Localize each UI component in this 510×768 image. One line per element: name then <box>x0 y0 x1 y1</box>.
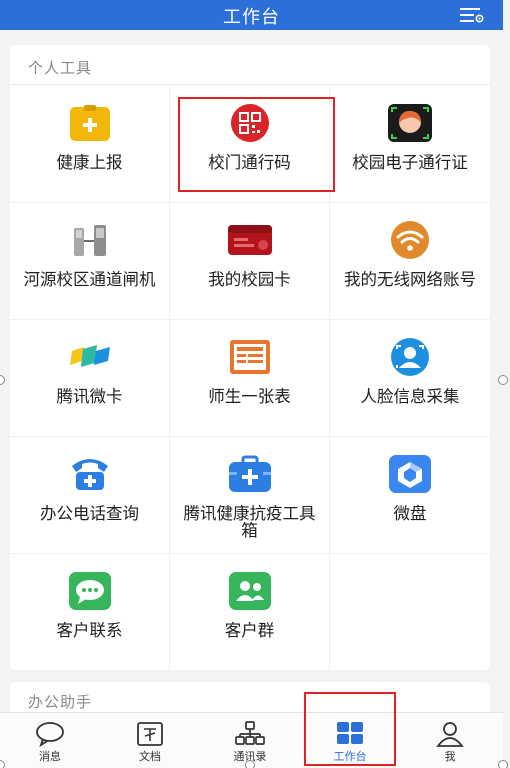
tool-label: 办公电话查询 <box>40 504 139 523</box>
cloud-disk-icon <box>389 455 431 493</box>
medical-kit-icon <box>229 455 271 492</box>
tool-campus-card[interactable]: 我的校园卡 <box>170 203 330 320</box>
list-settings-icon[interactable] <box>459 5 485 25</box>
face-pass-icon <box>388 104 432 142</box>
tool-customer-contact[interactable]: 客户联系 <box>10 554 170 670</box>
campus-card-icon <box>228 225 272 255</box>
wifi-icon <box>391 221 429 259</box>
selection-handle-bottom <box>245 760 255 768</box>
tool-office-phone[interactable]: 办公电话查询 <box>10 437 170 554</box>
tool-label: 我的无线网络账号 <box>344 270 476 289</box>
tencent-weika-icon <box>70 345 110 367</box>
tool-face-collection[interactable]: 人脸信息采集 <box>330 320 490 437</box>
face-collect-icon <box>391 338 429 376</box>
section-title-personal-tools: 个人工具 <box>28 59 93 77</box>
tool-label: 微盘 <box>393 504 427 523</box>
message-icon <box>36 722 64 748</box>
page-title: 工作台 <box>223 7 280 28</box>
tab-me[interactable]: 我 <box>400 713 500 768</box>
turnstile-gate-icon <box>74 225 106 256</box>
tool-health-toolbox[interactable]: 腾讯健康抗疫工具箱 <box>170 437 330 554</box>
tool-label: 校园电子通行证 <box>352 153 468 172</box>
profile-icon <box>436 722 464 747</box>
tool-label: 腾讯健康抗疫工具箱 <box>183 504 316 540</box>
tool-campus-e-pass[interactable]: 校园电子通行证 <box>330 86 490 203</box>
highlight-box-workbench-tab <box>304 692 396 766</box>
tool-tencent-weika[interactable]: 腾讯微卡 <box>10 320 170 437</box>
section-title-office-assistant: 办公助手 <box>28 693 93 711</box>
telephone-icon <box>72 459 108 490</box>
tool-customer-group[interactable]: 客户群 <box>170 554 330 670</box>
tool-weipan[interactable]: 微盘 <box>330 437 490 554</box>
tool-label: 师生一张表 <box>208 387 291 406</box>
form-table-icon <box>230 340 270 374</box>
divider <box>10 84 490 85</box>
tool-label: 健康上报 <box>56 153 123 172</box>
tab-label: 文档 <box>139 750 161 763</box>
tool-label: 河源校区通道闸机 <box>23 270 156 289</box>
tab-label: 我 <box>444 750 456 763</box>
selection-handle-bottom-right <box>498 760 508 768</box>
health-report-icon <box>70 105 110 141</box>
contacts-icon <box>235 721 265 745</box>
group-contacts-icon <box>229 572 271 610</box>
selection-handle-left <box>0 375 5 385</box>
tool-label: 客户群 <box>224 621 275 640</box>
tool-wifi-account[interactable]: 我的无线网络账号 <box>330 203 490 320</box>
tool-label: 我的校园卡 <box>208 270 291 289</box>
selection-handle-right <box>498 375 508 385</box>
tab-documents[interactable]: 文档 <box>100 713 200 768</box>
tool-heyuan-gate[interactable]: 河源校区通道闸机 <box>10 203 170 320</box>
tool-label: 腾讯微卡 <box>56 387 123 406</box>
tab-label: 消息 <box>39 750 61 763</box>
top-bar: 工作台 <box>0 0 503 30</box>
tool-label: 客户联系 <box>56 621 123 640</box>
document-icon <box>137 722 163 746</box>
tool-empty-slot <box>330 554 490 670</box>
tool-health-report[interactable]: 健康上报 <box>10 86 170 203</box>
tool-label: 人脸信息采集 <box>360 387 460 406</box>
tab-messages[interactable]: 消息 <box>0 713 100 768</box>
chat-bubble-icon <box>69 572 111 610</box>
tool-teacher-student-form[interactable]: 师生一张表 <box>170 320 330 437</box>
highlight-box-gate-pass <box>178 97 335 192</box>
